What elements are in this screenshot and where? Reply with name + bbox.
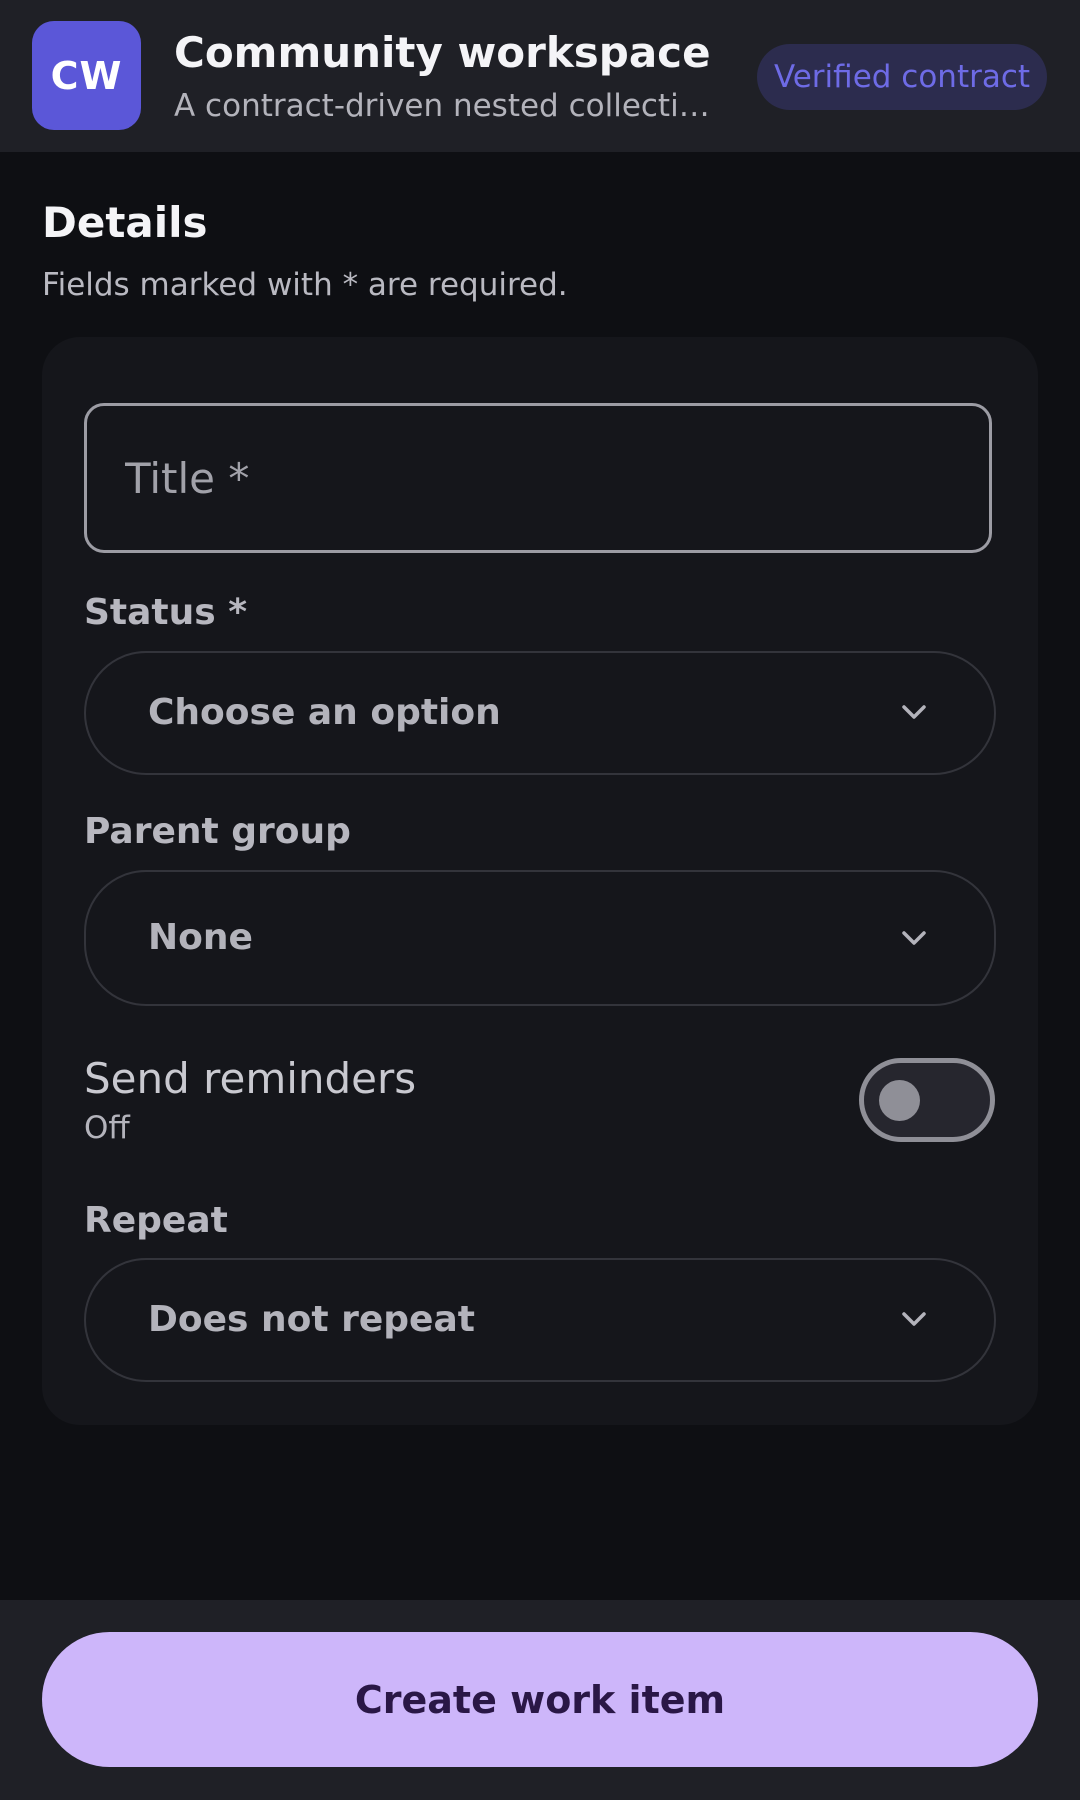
parent-group-select[interactable]: None [84,870,996,1006]
send-reminders-toggle[interactable] [859,1058,995,1142]
app-header: CW Community workspace A contract-driven… [0,0,1080,152]
repeat-label: Repeat [84,1200,228,1241]
status-label: Status * [84,592,248,633]
status-select-value: Choose an option [148,692,501,733]
workspace-title: Community workspace [174,28,711,77]
avatar-initials: CW [50,53,123,98]
section-title: Details [42,198,208,247]
repeat-select-value: Does not repeat [148,1299,475,1340]
parent-group-label: Parent group [84,811,351,852]
status-select[interactable]: Choose an option [84,651,996,775]
chevron-down-icon [902,931,926,945]
workspace-avatar: CW [32,21,141,130]
create-work-item-button[interactable]: Create work item [42,1632,1038,1767]
section-subtitle: Fields marked with * are required. [42,267,568,303]
send-reminders-state: Off [84,1110,130,1146]
verified-badge: Verified contract [757,44,1047,110]
workspace-subtitle: A contract-driven nested collection … [174,88,724,124]
parent-group-select-value: None [148,917,253,958]
send-reminders-label: Send reminders [84,1054,417,1103]
chevron-down-icon [902,1312,926,1326]
toggle-knob [879,1080,920,1121]
chevron-down-icon [902,705,926,719]
title-input[interactable] [84,403,992,553]
repeat-select[interactable]: Does not repeat [84,1258,996,1382]
